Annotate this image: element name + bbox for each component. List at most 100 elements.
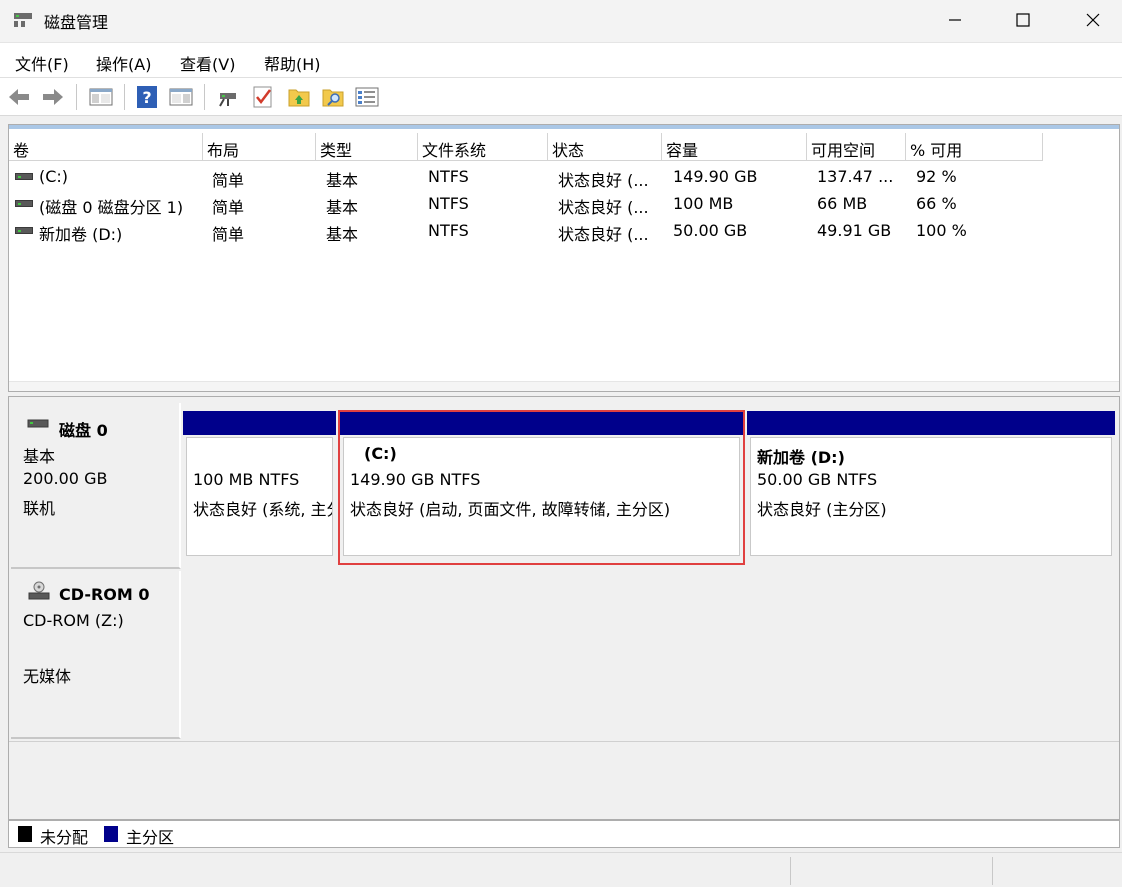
disk-0-size: 200.00 GB xyxy=(23,469,108,488)
table-row[interactable]: (C:) 简单 基本 NTFS 状态良好 (... 149.90 GB 137.… xyxy=(9,163,1119,190)
cell-volume: (磁盘 0 磁盘分区 1) xyxy=(39,198,184,217)
maximize-button[interactable] xyxy=(988,0,1058,40)
divider xyxy=(9,741,1119,742)
cell-percent-free: 100 % xyxy=(916,221,967,240)
primary-partition-bar xyxy=(747,411,1115,435)
cell-type: 基本 xyxy=(326,225,359,244)
cell-percent-free: 92 % xyxy=(916,167,957,186)
legend: 未分配 主分区 xyxy=(8,820,1120,848)
volume-icon xyxy=(15,200,33,207)
cell-filesystem: NTFS xyxy=(428,167,469,186)
partition-d[interactable]: 新加卷 (D:) 50.00 GB NTFS 状态良好 (主分区) xyxy=(747,411,1115,559)
partition-selection-outline xyxy=(338,410,745,565)
menu-bar: 文件(F) 操作(A) 查看(V) 帮助(H) xyxy=(0,42,1122,78)
volume-list[interactable]: 卷 布局 类型 文件系统 状态 容量 可用空间 % 可用 (C:) 简单 基本 … xyxy=(8,124,1120,392)
menu-action[interactable]: 操作(A) xyxy=(96,51,151,75)
help-icon[interactable]: ? xyxy=(134,84,160,110)
menu-help[interactable]: 帮助(H) xyxy=(264,51,321,75)
volume-icon xyxy=(15,173,33,180)
cell-capacity: 149.90 GB xyxy=(673,167,758,186)
list-top-border xyxy=(9,125,1119,129)
minimize-button[interactable] xyxy=(920,0,990,40)
toolbar-separator xyxy=(204,84,205,110)
horizontal-scrollbar[interactable] xyxy=(9,381,1119,391)
check-icon[interactable] xyxy=(250,84,276,110)
search-folder-icon[interactable] xyxy=(320,84,346,110)
title-bar: 磁盘管理 xyxy=(0,0,1122,42)
legend-label-primary: 主分区 xyxy=(126,828,175,847)
cell-free-space: 66 MB xyxy=(817,194,868,213)
svg-text:?: ? xyxy=(142,88,151,107)
cell-layout: 简单 xyxy=(212,198,245,217)
partition-status: 状态良好 (主分区) xyxy=(757,500,887,519)
column-header-free-space[interactable]: 可用空间 xyxy=(807,133,906,161)
maximize-icon xyxy=(1016,13,1030,27)
cell-capacity: 50.00 GB xyxy=(673,221,748,240)
forward-icon[interactable] xyxy=(40,84,66,110)
disk-graphical-view: 磁盘 0 基本 200.00 GB 联机 100 MB NTFS 状态良好 (系… xyxy=(8,396,1120,820)
disk-0-info[interactable]: 磁盘 0 基本 200.00 GB 联机 xyxy=(11,403,181,569)
disk-management-app-icon xyxy=(14,13,32,27)
window-title: 磁盘管理 xyxy=(44,13,109,32)
show-hide-action-pane-icon[interactable] xyxy=(168,84,194,110)
partition-system[interactable]: 100 MB NTFS 状态良好 (系统, 主分区) xyxy=(183,411,336,559)
legend-label-unallocated: 未分配 xyxy=(40,828,89,847)
toolbar-separator xyxy=(124,84,125,110)
cdrom-0-type: CD-ROM (Z:) xyxy=(23,611,124,630)
status-divider xyxy=(992,857,993,885)
cell-filesystem: NTFS xyxy=(428,194,469,213)
folder-up-icon[interactable] xyxy=(286,84,312,110)
show-hide-console-tree-icon[interactable] xyxy=(88,84,114,110)
cdrom-0-state: 无媒体 xyxy=(23,667,72,686)
disk-0-name: 磁盘 0 xyxy=(59,421,108,440)
close-icon xyxy=(1086,13,1100,27)
cell-volume: 新加卷 (D:) xyxy=(39,225,123,244)
disk-icon xyxy=(27,419,49,428)
back-icon[interactable] xyxy=(6,84,32,110)
primary-partition-bar xyxy=(183,411,336,435)
disk-0-type: 基本 xyxy=(23,447,56,466)
menu-file[interactable]: 文件(F) xyxy=(15,51,69,75)
partition-label: 新加卷 (D:) xyxy=(757,448,845,467)
cell-volume: (C:) xyxy=(39,167,69,186)
cell-status: 状态良好 (... xyxy=(558,171,649,190)
cdrom-0-area xyxy=(183,571,1117,737)
column-header-filesystem[interactable]: 文件系统 xyxy=(418,133,548,161)
status-bar xyxy=(0,852,1122,887)
column-header-status[interactable]: 状态 xyxy=(548,133,662,161)
volume-icon xyxy=(15,227,33,234)
cdrom-0-name: CD-ROM 0 xyxy=(59,585,150,604)
menu-view[interactable]: 查看(V) xyxy=(180,51,235,75)
column-header-volume[interactable]: 卷 xyxy=(9,133,203,161)
partition-body: 新加卷 (D:) 50.00 GB NTFS 状态良好 (主分区) xyxy=(750,437,1112,556)
legend-swatch-unallocated xyxy=(18,826,32,842)
cell-layout: 简单 xyxy=(212,225,245,244)
cell-free-space: 49.91 GB xyxy=(817,221,892,240)
disk-0-state: 联机 xyxy=(23,499,56,518)
column-header-layout[interactable]: 布局 xyxy=(203,133,316,161)
column-header-capacity[interactable]: 容量 xyxy=(662,133,807,161)
cell-filesystem: NTFS xyxy=(428,221,469,240)
partition-size-fs: 50.00 GB NTFS xyxy=(757,470,878,489)
cdrom-0-info[interactable]: CD-ROM 0 CD-ROM (Z:) 无媒体 xyxy=(11,571,181,739)
cell-type: 基本 xyxy=(326,198,359,217)
column-header-type[interactable]: 类型 xyxy=(316,133,418,161)
status-divider xyxy=(790,857,791,885)
connect-disk-icon[interactable] xyxy=(216,84,242,110)
toolbar: ? xyxy=(0,78,1122,116)
cell-status: 状态良好 (... xyxy=(558,198,649,217)
cell-layout: 简单 xyxy=(212,171,245,190)
cell-type: 基本 xyxy=(326,171,359,190)
table-row[interactable]: 新加卷 (D:) 简单 基本 NTFS 状态良好 (... 50.00 GB 4… xyxy=(9,217,1119,244)
cell-status: 状态良好 (... xyxy=(558,225,649,244)
properties-list-icon[interactable] xyxy=(354,84,380,110)
column-header-percent-free[interactable]: % 可用 xyxy=(906,133,1043,161)
minimize-icon xyxy=(949,19,961,21)
cell-capacity: 100 MB xyxy=(673,194,734,213)
partition-size-fs: 100 MB NTFS xyxy=(193,470,300,489)
table-row[interactable]: (磁盘 0 磁盘分区 1) 简单 基本 NTFS 状态良好 (... 100 M… xyxy=(9,190,1119,217)
close-button[interactable] xyxy=(1058,0,1122,40)
cdrom-icon xyxy=(28,581,50,600)
cell-free-space: 137.47 ... xyxy=(817,167,894,186)
toolbar-separator xyxy=(76,84,77,110)
